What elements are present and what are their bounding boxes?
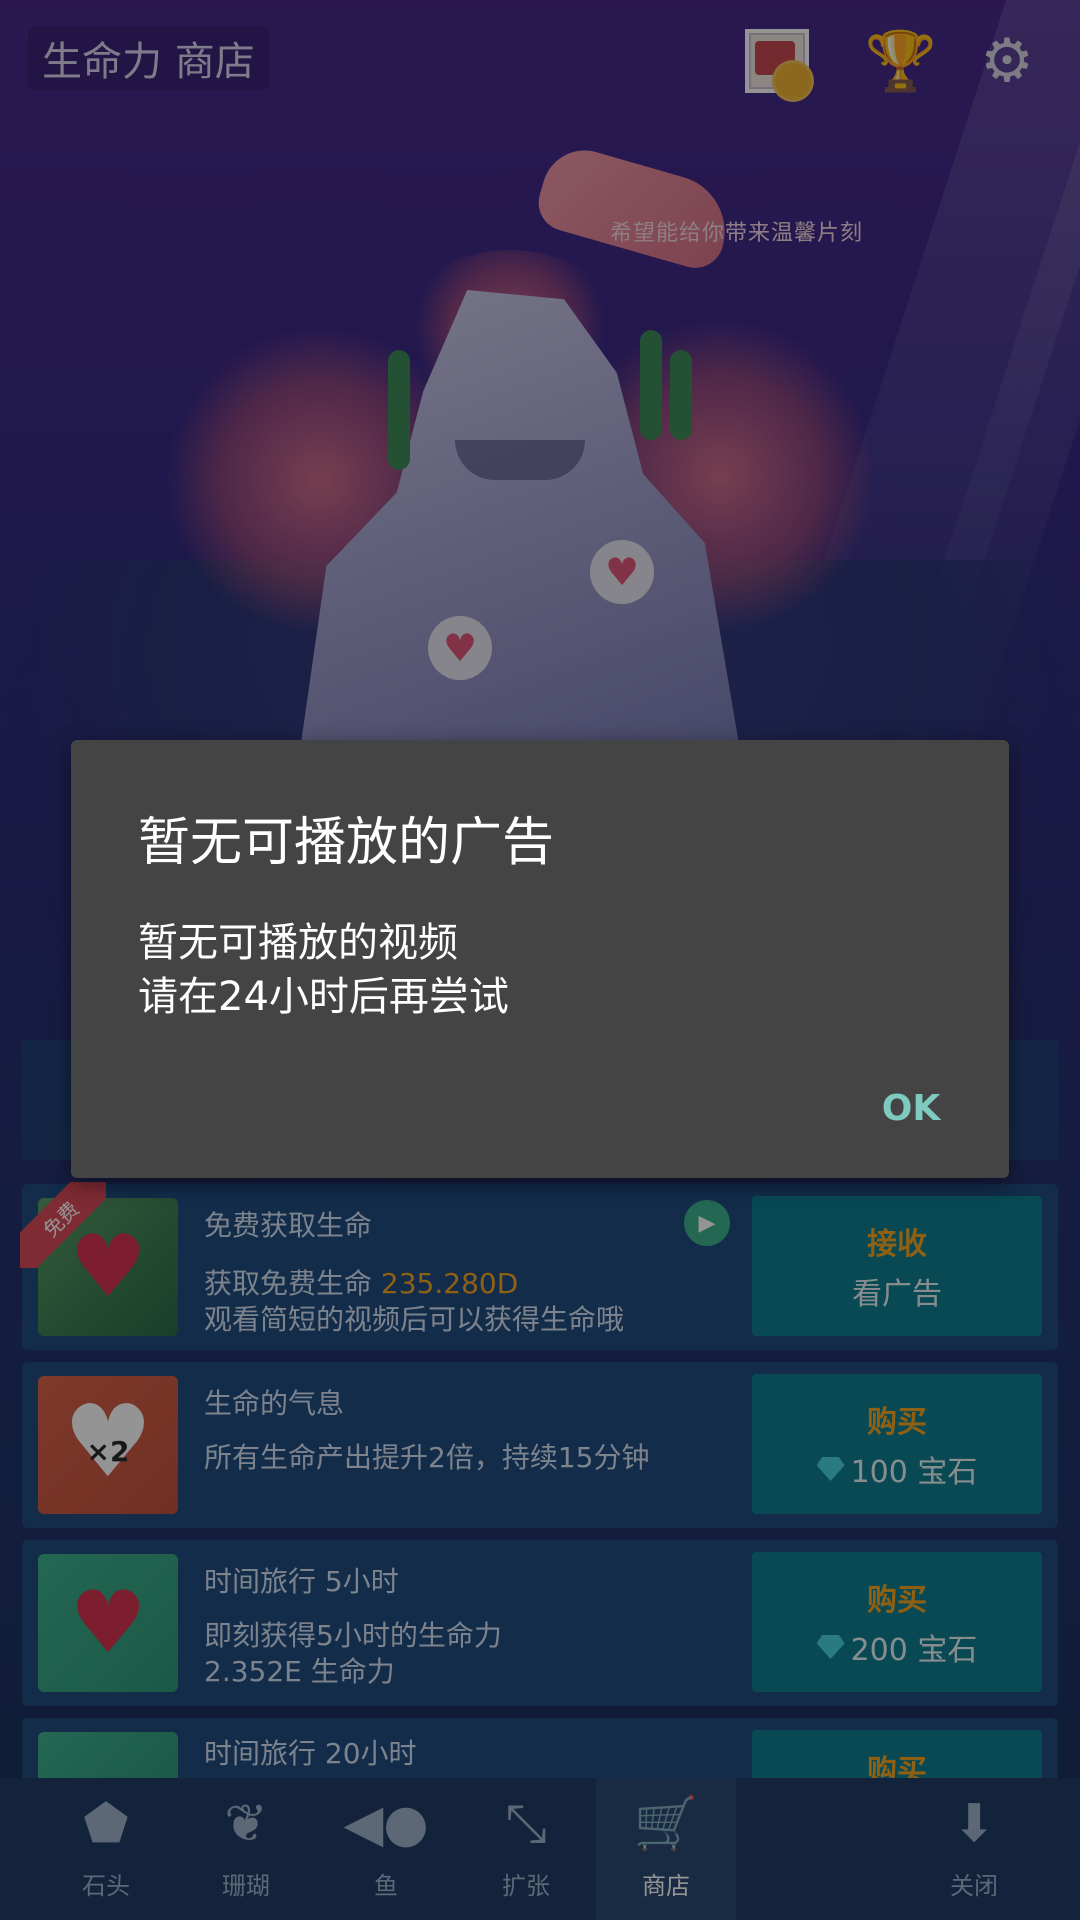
ok-button[interactable]: OK [851, 1078, 971, 1138]
dialog-message: 暂无可播放的视频 请在24小时后再尝试 [138, 920, 509, 1020]
dialog-title: 暂无可播放的广告 [138, 813, 555, 873]
no-ads-dialog: 暂无可播放的广告 暂无可播放的视频 请在24小时后再尝试 OK [71, 740, 1009, 1178]
